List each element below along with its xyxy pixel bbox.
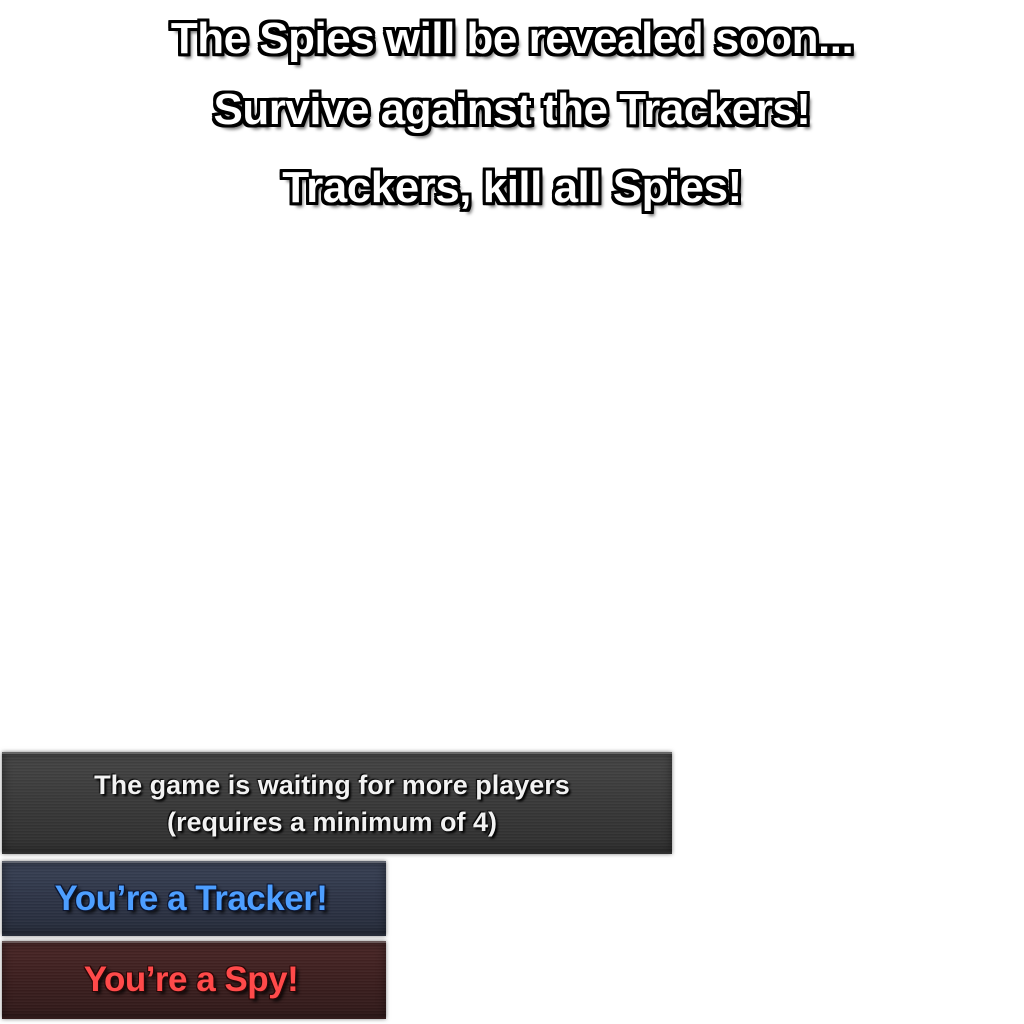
minimum-players-text: (requires a minimum of 4) [166,807,498,837]
game-hud-canvas: The Spies will be revealed soon... Survi… [0,0,1024,1024]
spy-role-text: You’re a Spy! [83,960,299,999]
spy-role-panel: You’re a Spy! [2,941,386,1019]
spies-revealed-banner: The Spies will be revealed soon... [170,14,854,63]
trackers-kill-spies-banner: Trackers, kill all Spies! [282,163,742,212]
waiting-for-players-panel: The game is waiting for more players (re… [2,752,672,854]
waiting-for-players-text: The game is waiting for more players [94,770,570,800]
tracker-role-panel: You’re a Tracker! [2,861,386,936]
tracker-role-text: You’re a Tracker! [54,879,328,918]
survive-trackers-banner: Survive against the Trackers! [213,85,811,134]
